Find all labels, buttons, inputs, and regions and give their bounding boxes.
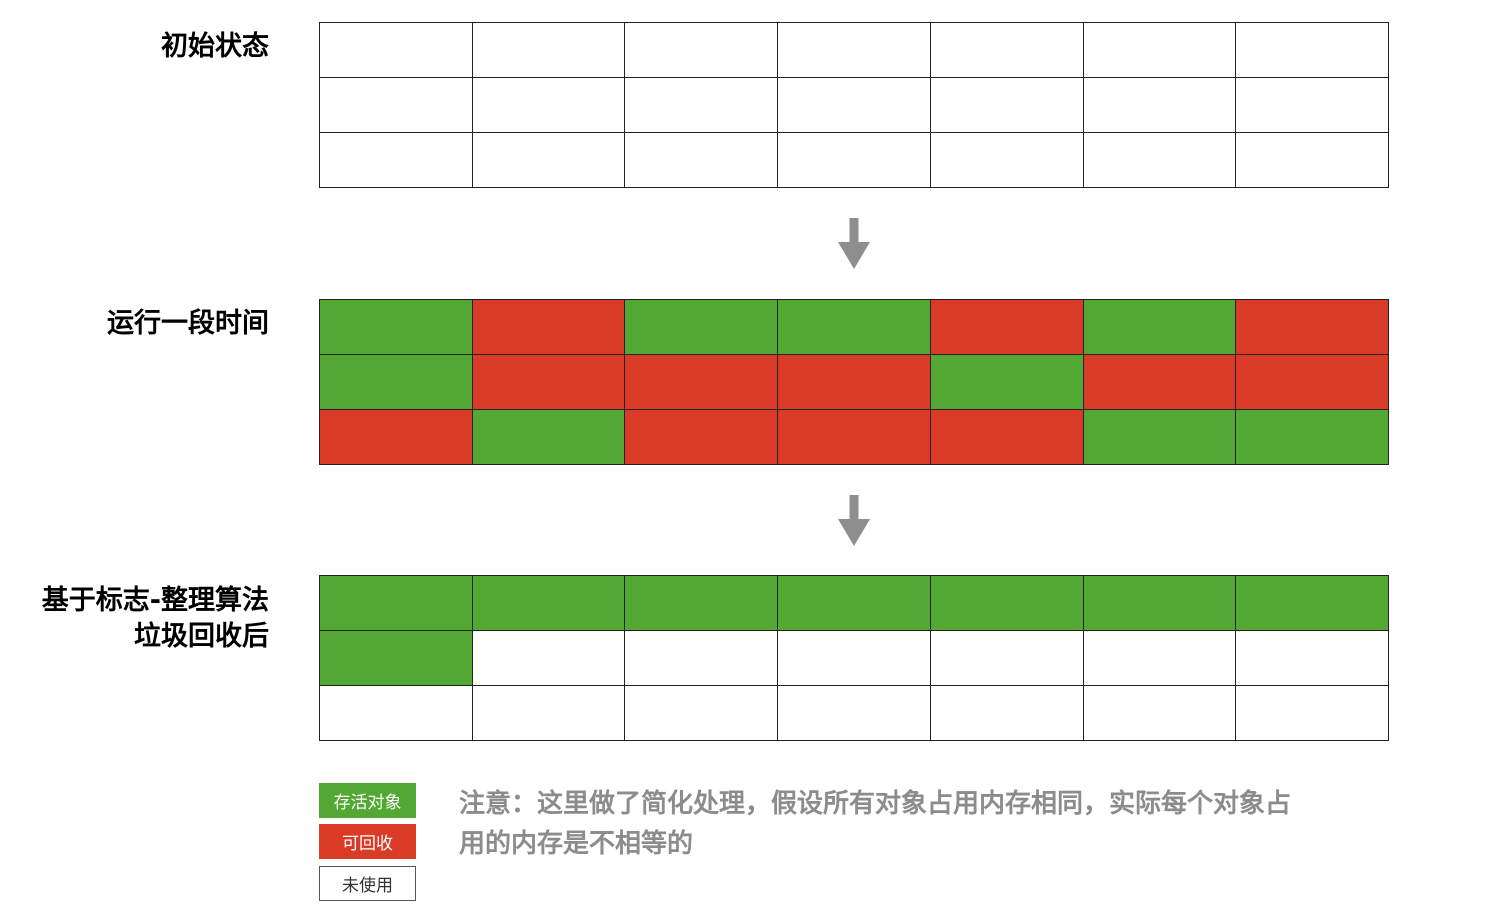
legend-label: 存活对象 — [333, 793, 402, 813]
memory-cell-unused — [1083, 631, 1237, 686]
memory-cell-reclaimable — [472, 300, 626, 355]
memory-cell-alive — [472, 576, 626, 631]
memory-cell-unused — [778, 133, 931, 188]
memory-cell-reclaimable — [1236, 300, 1389, 355]
memory-cell-unused — [625, 631, 779, 686]
memory-cell-alive — [1236, 576, 1389, 631]
memory-cell-unused — [320, 23, 473, 78]
memory-cell-reclaimable — [930, 300, 1084, 355]
stage-label-line: 基于标志-整理算法 — [41, 585, 269, 616]
memory-cell-unused — [472, 133, 626, 188]
memory-cell-alive — [930, 355, 1084, 410]
memory-cell-unused — [472, 686, 626, 741]
memory-cell-unused — [472, 631, 626, 686]
stage-label-after-gc: 基于标志-整理算法 垃圾回收后 — [42, 583, 269, 655]
memory-cell-unused — [1083, 23, 1237, 78]
memory-cell-alive — [320, 300, 473, 355]
note-text: 注意：这里做了简化处理，假设所有对象占用内存相同，实际每个对象占 用的内存是不相… — [459, 784, 1379, 864]
stage-label-line: 垃圾回收后 — [134, 621, 269, 652]
memory-cell-unused — [778, 631, 931, 686]
memory-cell-reclaimable — [778, 355, 931, 410]
memory-cell-unused — [625, 23, 779, 78]
memory-cell-unused — [320, 686, 473, 741]
memory-cell-unused — [1236, 78, 1389, 133]
arrow-shaft — [849, 218, 859, 244]
memory-cell-reclaimable — [1083, 355, 1237, 410]
memory-cell-alive — [320, 631, 473, 686]
memory-cell-unused — [320, 78, 473, 133]
legend-label: 未使用 — [342, 876, 393, 896]
memory-cell-unused — [930, 631, 1084, 686]
memory-cell-unused — [1083, 133, 1237, 188]
down-arrow-icon — [838, 495, 870, 546]
memory-cell-reclaimable — [625, 355, 779, 410]
memory-cell-unused — [472, 23, 626, 78]
legend-unused: 未使用 — [319, 866, 416, 901]
memory-grid-initial — [319, 22, 1389, 188]
arrow-shaft — [849, 495, 859, 521]
memory-cell-unused — [930, 78, 1084, 133]
memory-cell-unused — [778, 686, 931, 741]
arrow-head — [838, 519, 870, 546]
legend-reclaimable: 可回收 — [319, 824, 416, 859]
memory-cell-unused — [625, 78, 779, 133]
memory-grid-running — [319, 299, 1389, 465]
memory-cell-alive — [778, 300, 931, 355]
memory-cell-unused — [625, 133, 779, 188]
memory-cell-unused — [1236, 631, 1389, 686]
note-line-1: 注意：这里做了简化处理，假设所有对象占用内存相同，实际每个对象占 — [459, 789, 1292, 819]
arrow-head — [838, 242, 870, 269]
memory-grid-after-gc — [319, 575, 1389, 741]
memory-cell-alive — [930, 576, 1084, 631]
memory-cell-alive — [1083, 410, 1237, 465]
stage-label-running: 运行一段时间 — [107, 306, 269, 342]
stage-label-line: 初始状态 — [161, 31, 269, 62]
memory-cell-unused — [778, 78, 931, 133]
memory-cell-alive — [1236, 410, 1389, 465]
memory-cell-alive — [778, 576, 931, 631]
note-line-2: 用的内存是不相等的 — [459, 829, 694, 859]
memory-cell-reclaimable — [625, 410, 779, 465]
memory-cell-alive — [1083, 576, 1237, 631]
legend-label: 可回收 — [342, 834, 393, 854]
memory-cell-unused — [1236, 133, 1389, 188]
memory-cell-alive — [625, 576, 779, 631]
memory-cell-unused — [930, 686, 1084, 741]
memory-cell-unused — [472, 78, 626, 133]
memory-cell-unused — [778, 23, 931, 78]
memory-cell-unused — [1083, 686, 1237, 741]
legend-alive: 存活对象 — [319, 783, 416, 818]
memory-cell-unused — [625, 686, 779, 741]
memory-cell-alive — [320, 576, 473, 631]
down-arrow-icon — [838, 218, 870, 269]
memory-cell-unused — [1083, 78, 1237, 133]
memory-cell-reclaimable — [1236, 355, 1389, 410]
stage-label-initial: 初始状态 — [161, 29, 269, 65]
memory-cell-reclaimable — [778, 410, 931, 465]
stage-label-line: 运行一段时间 — [107, 308, 269, 339]
memory-cell-reclaimable — [472, 355, 626, 410]
memory-cell-reclaimable — [320, 410, 473, 465]
memory-cell-alive — [625, 300, 779, 355]
memory-cell-alive — [320, 355, 473, 410]
memory-cell-alive — [1083, 300, 1237, 355]
memory-cell-unused — [930, 23, 1084, 78]
memory-cell-alive — [472, 410, 626, 465]
memory-cell-unused — [1236, 23, 1389, 78]
memory-cell-unused — [320, 133, 473, 188]
memory-cell-unused — [1236, 686, 1389, 741]
memory-cell-reclaimable — [930, 410, 1084, 465]
memory-cell-unused — [930, 133, 1084, 188]
